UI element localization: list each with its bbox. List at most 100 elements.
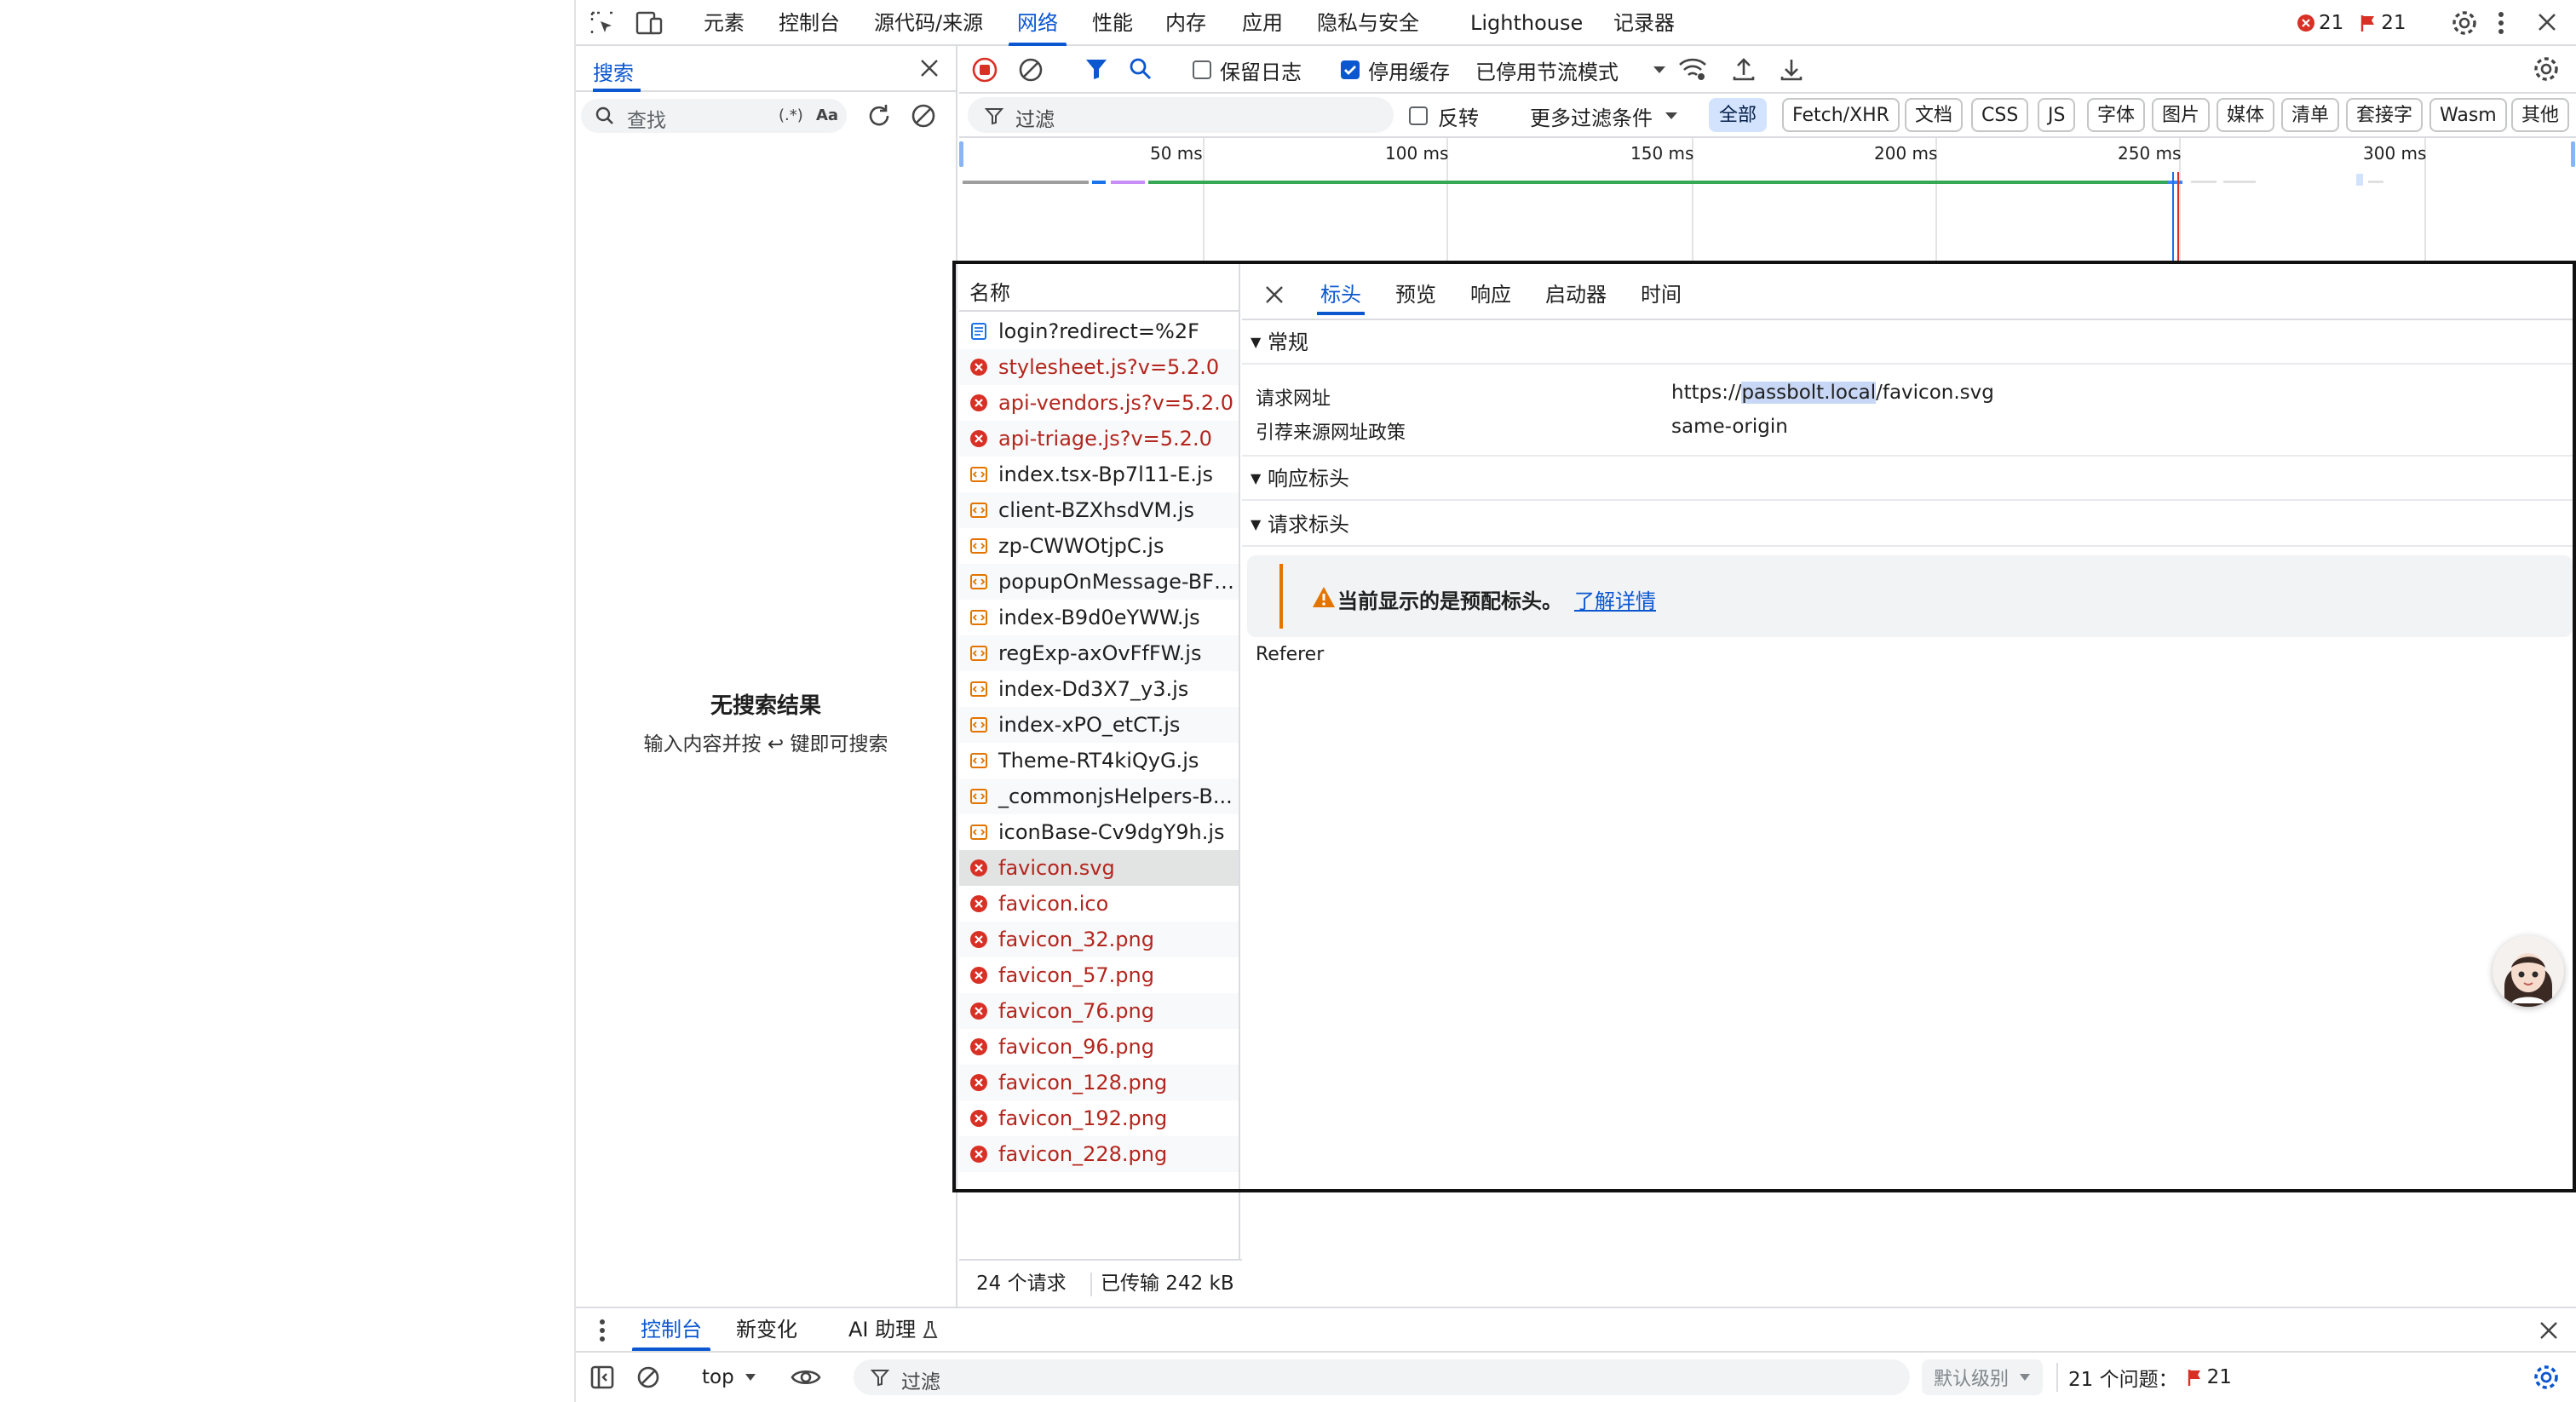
drawer-tab-ai-assistance[interactable]: AI 助理 bbox=[848, 1308, 938, 1351]
tab-memory[interactable]: 内存 bbox=[1165, 0, 1206, 46]
request-row[interactable]: favicon_32.png bbox=[959, 922, 1239, 957]
export-har-icon[interactable] bbox=[1779, 56, 1804, 82]
request-row[interactable]: popupOnMessage-BFt... bbox=[959, 564, 1239, 600]
filter-chip-all[interactable]: 全部 bbox=[1709, 98, 1768, 132]
filter-chip-doc[interactable]: 文档 bbox=[1905, 98, 1964, 132]
filter-chip-js[interactable]: JS bbox=[2038, 98, 2076, 132]
request-row[interactable]: api-vendors.js?v=5.2.0 bbox=[959, 385, 1239, 421]
request-row[interactable]: favicon_57.png bbox=[959, 957, 1239, 993]
settings-gear-icon[interactable] bbox=[2450, 9, 2479, 37]
more-options-icon[interactable] bbox=[2496, 10, 2506, 36]
request-row[interactable]: index-xPO_etCT.js bbox=[959, 707, 1239, 743]
request-row[interactable]: regExp-axOvFfFW.js bbox=[959, 635, 1239, 671]
request-row[interactable]: iconBase-Cv9dgY9h.js bbox=[959, 814, 1239, 850]
tab-elements[interactable]: 元素 bbox=[704, 0, 745, 46]
timeline-left-handle[interactable] bbox=[959, 141, 963, 167]
request-row[interactable]: favicon.svg bbox=[959, 850, 1239, 886]
close-details-icon[interactable] bbox=[1264, 284, 1285, 305]
console-sidebar-icon[interactable] bbox=[589, 1365, 615, 1390]
learn-more-link[interactable]: 了解详情 bbox=[1574, 584, 1656, 614]
filter-chip-manifest[interactable]: 清单 bbox=[2281, 98, 2340, 132]
tab-network[interactable]: 网络 bbox=[1009, 0, 1067, 46]
tab-response[interactable]: 响应 bbox=[1470, 274, 1511, 315]
filter-chip-css[interactable]: CSS bbox=[1971, 98, 2029, 132]
network-conditions-icon[interactable] bbox=[1678, 56, 1707, 82]
more-filters-dropdown[interactable]: 更多过滤条件 bbox=[1530, 102, 1678, 130]
filter-icon[interactable] bbox=[1084, 56, 1109, 82]
network-settings-icon[interactable] bbox=[2532, 55, 2561, 83]
tab-performance[interactable]: 性能 bbox=[1092, 0, 1133, 46]
close-drawer-icon[interactable] bbox=[2539, 1320, 2559, 1341]
clear-search-icon[interactable] bbox=[910, 102, 937, 129]
search-panel-title[interactable]: 搜索 bbox=[593, 56, 634, 86]
drawer-menu-icon[interactable] bbox=[598, 1319, 607, 1342]
request-row[interactable]: favicon_192.png bbox=[959, 1100, 1239, 1136]
assistant-avatar[interactable] bbox=[2493, 935, 2564, 1007]
tab-recorder[interactable]: 记录器 bbox=[1613, 0, 1675, 46]
throttling-select[interactable]: 已停用节流模式 bbox=[1475, 56, 1666, 84]
request-row[interactable]: stylesheet.js?v=5.2.0 bbox=[959, 349, 1239, 385]
request-row[interactable]: favicon_128.png bbox=[959, 1065, 1239, 1100]
tab-privacy-security[interactable]: 隐私与安全 bbox=[1317, 0, 1419, 46]
close-devtools-icon[interactable] bbox=[2535, 10, 2559, 34]
live-expression-eye-icon[interactable] bbox=[791, 1365, 821, 1390]
general-section-header[interactable]: ▼ 常规 bbox=[1242, 320, 2576, 365]
preserve-log-checkbox[interactable]: 保留日志 bbox=[1193, 56, 1302, 84]
drawer-tab-console[interactable]: 控制台 bbox=[632, 1308, 710, 1351]
timeline-right-handle[interactable] bbox=[2571, 141, 2575, 167]
request-row[interactable]: zp-CWWOtjpC.js bbox=[959, 528, 1239, 564]
search-network-icon[interactable] bbox=[1128, 56, 1153, 82]
clear-log-icon[interactable] bbox=[1017, 56, 1044, 83]
console-filter-input[interactable]: 过滤 bbox=[854, 1359, 1910, 1395]
drawer-tab-whats-new[interactable]: 新变化 bbox=[736, 1308, 797, 1351]
context-selector[interactable]: top bbox=[702, 1365, 756, 1390]
request-row[interactable]: favicon_228.png bbox=[959, 1136, 1239, 1172]
filter-chip-other[interactable]: 其他 bbox=[2511, 98, 2570, 132]
request-row[interactable]: index-B9d0eYWW.js bbox=[959, 600, 1239, 635]
filter-chip-font[interactable]: 字体 bbox=[2087, 98, 2146, 132]
request-list-header[interactable]: 名称 bbox=[959, 262, 1239, 312]
tab-lighthouse[interactable]: Lighthouse bbox=[1470, 0, 1583, 46]
response-headers-section-header[interactable]: ▼ 响应标头 bbox=[1242, 457, 2576, 501]
search-input[interactable]: 查找 (.*) Aa bbox=[581, 99, 847, 133]
request-row[interactable]: index-Dd3X7_y3.js bbox=[959, 671, 1239, 707]
refresh-icon[interactable] bbox=[865, 102, 893, 129]
issues-counter[interactable]: 21 21 bbox=[2297, 10, 2406, 36]
tab-timing[interactable]: 时间 bbox=[1641, 274, 1682, 315]
request-row[interactable]: Theme-RT4kiQyG.js bbox=[959, 743, 1239, 779]
request-row[interactable]: _commonjsHelpers-B... bbox=[959, 779, 1239, 814]
invert-checkbox[interactable]: 反转 bbox=[1409, 102, 1479, 130]
network-overview-timeline[interactable]: 50 ms 100 ms 150 ms 200 ms 250 ms 300 ms bbox=[959, 138, 2576, 262]
request-row[interactable]: api-triage.js?v=5.2.0 bbox=[959, 421, 1239, 457]
request-row[interactable]: login?redirect=%2F bbox=[959, 313, 1239, 349]
import-har-icon[interactable] bbox=[1731, 56, 1757, 82]
inspect-element-icon[interactable] bbox=[589, 10, 615, 36]
clear-console-icon[interactable] bbox=[635, 1365, 661, 1390]
tab-application[interactable]: 应用 bbox=[1242, 0, 1283, 46]
stop-recording-icon[interactable] bbox=[971, 56, 998, 83]
request-row[interactable]: favicon_96.png bbox=[959, 1029, 1239, 1065]
request-row[interactable]: favicon_76.png bbox=[959, 993, 1239, 1029]
device-toolbar-icon[interactable] bbox=[635, 10, 663, 36]
console-settings-icon[interactable] bbox=[2532, 1363, 2561, 1392]
filter-chip-img[interactable]: 图片 bbox=[2152, 98, 2211, 132]
filter-chip-media[interactable]: 媒体 bbox=[2217, 98, 2275, 132]
tab-sources[interactable]: 源代码/来源 bbox=[874, 0, 983, 46]
close-search-icon[interactable] bbox=[918, 57, 940, 79]
match-case-toggle[interactable]: Aa bbox=[816, 106, 838, 124]
request-row[interactable]: client-BZXhsdVM.js bbox=[959, 492, 1239, 528]
regex-toggle[interactable]: (.*) bbox=[779, 106, 803, 124]
tab-console[interactable]: 控制台 bbox=[779, 0, 840, 46]
filter-input[interactable]: 过滤 bbox=[968, 97, 1394, 133]
issues-button[interactable]: 21 个问题： 21 bbox=[2068, 1365, 2232, 1391]
tab-headers[interactable]: 标头 bbox=[1317, 274, 1365, 315]
log-level-select[interactable]: 默认级别 bbox=[1922, 1359, 2044, 1395]
filter-chip-fetch-xhr[interactable]: Fetch/XHR bbox=[1782, 98, 1900, 132]
tab-preview[interactable]: 预览 bbox=[1395, 274, 1436, 315]
request-headers-section-header[interactable]: ▼ 请求标头 bbox=[1242, 503, 2576, 547]
filter-chip-socket[interactable]: 套接字 bbox=[2346, 98, 2424, 132]
request-row[interactable]: favicon.ico bbox=[959, 886, 1239, 922]
disable-cache-checkbox[interactable]: 停用缓存 bbox=[1341, 56, 1450, 84]
tab-initiator[interactable]: 启动器 bbox=[1545, 274, 1607, 315]
filter-chip-wasm[interactable]: Wasm bbox=[2429, 98, 2507, 132]
